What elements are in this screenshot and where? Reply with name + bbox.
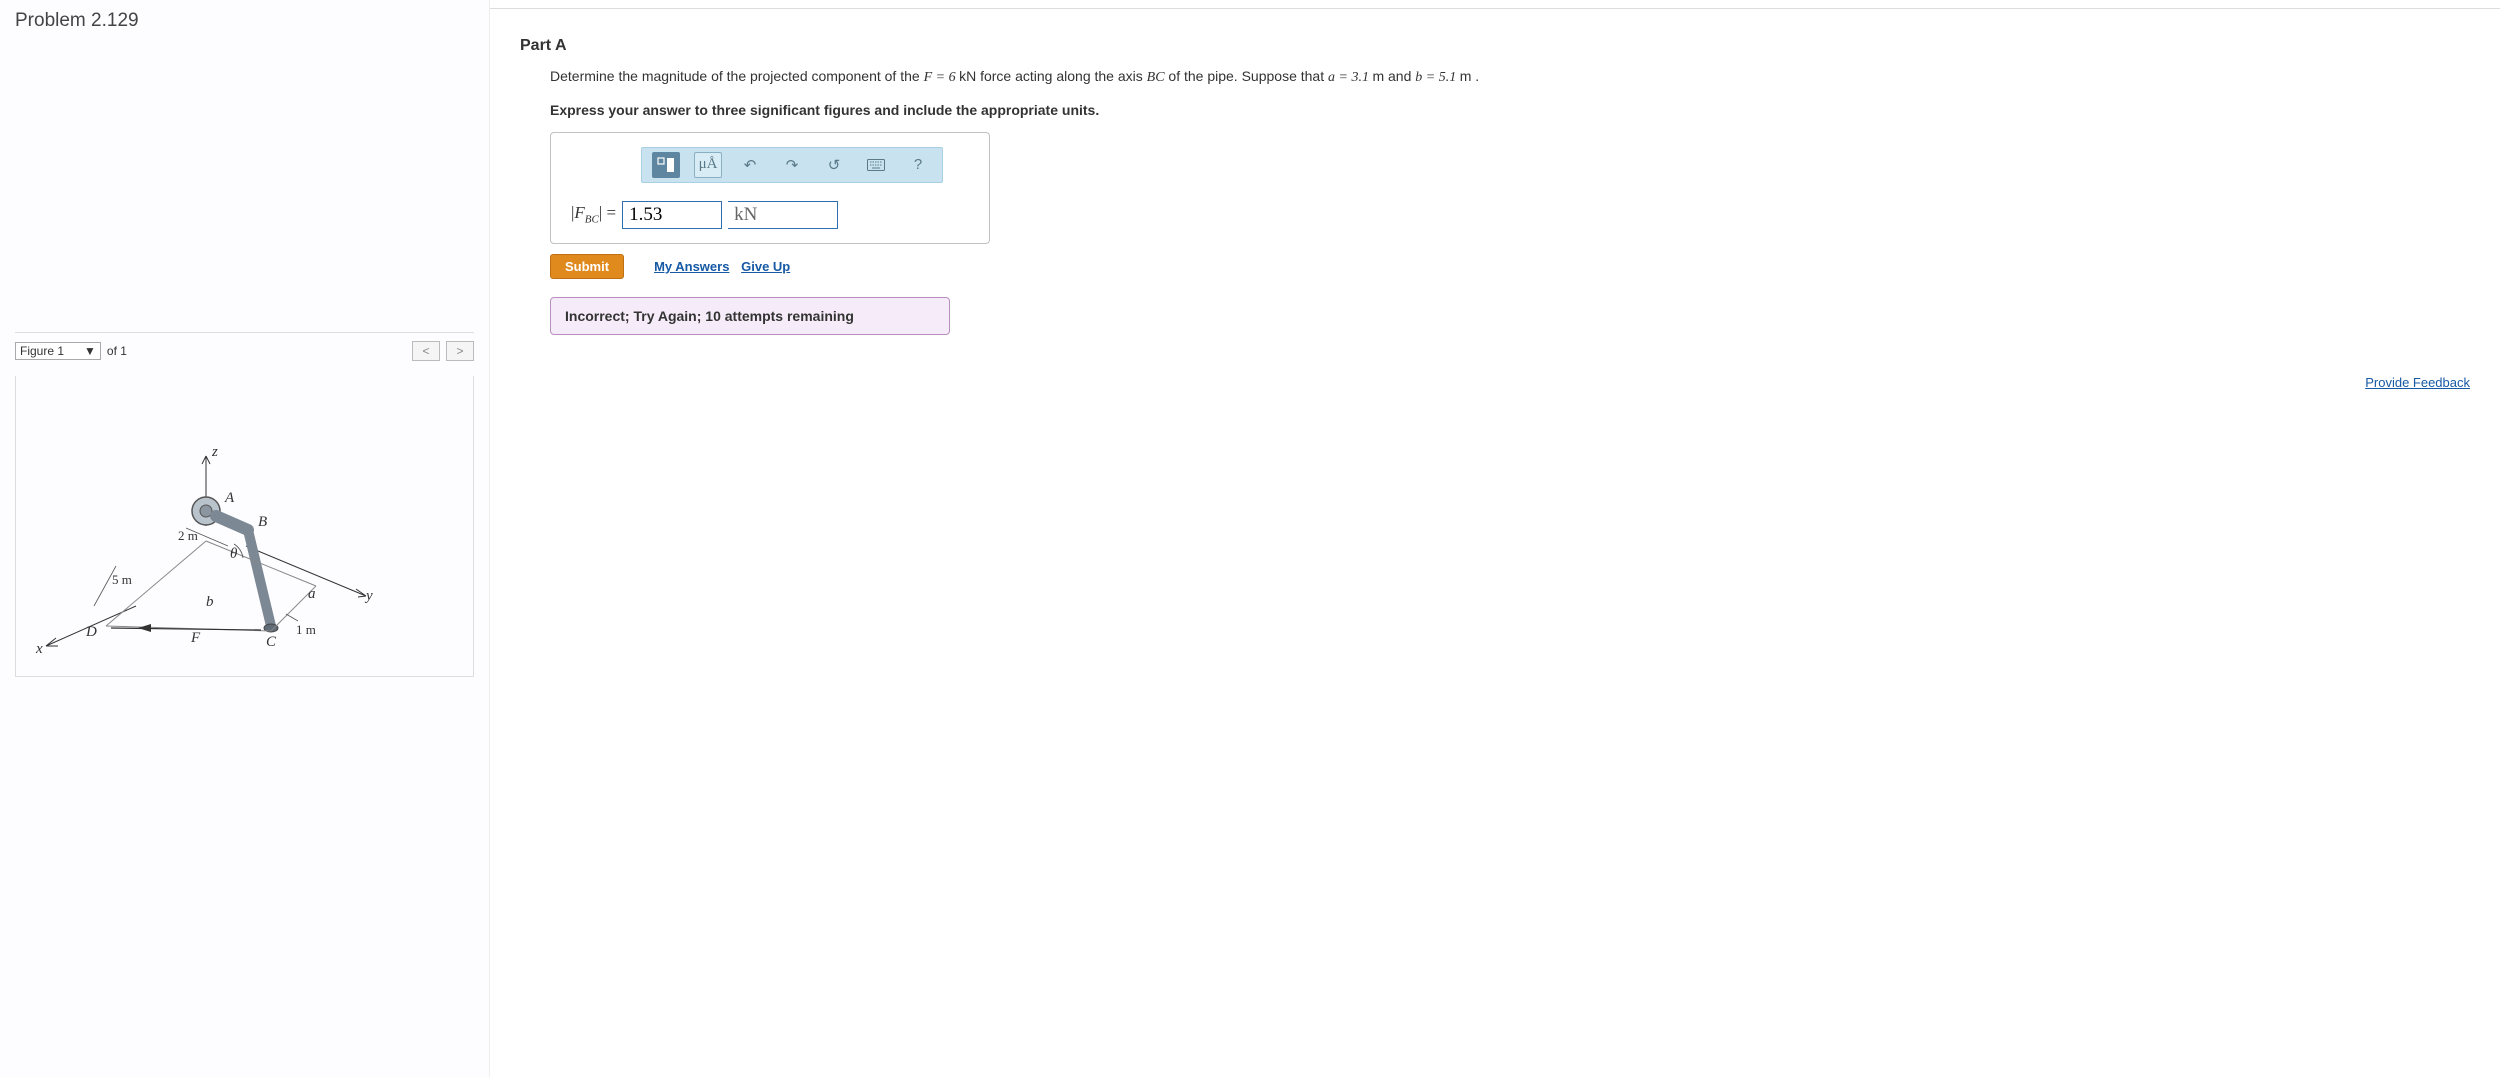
prompt-kN: kN [959,68,976,84]
point-B-label: B [258,514,267,531]
prompt-m1: m [1372,68,1384,84]
answer-line: |FBC| = [571,201,979,229]
point-C-label: C [266,634,276,651]
prompt-a: a = 3.1 [1328,70,1372,85]
instruction-text: Express your answer to three significant… [550,102,2470,118]
left-pane: Problem 2.129 Figure 1 ▼ of 1 < > [0,0,490,1077]
prompt-and: and [1388,68,1415,84]
my-answers-link[interactable]: My Answers [654,259,729,274]
right-pane: Part A Determine the magnitude of the pr… [490,8,2500,1077]
action-row: Submit My Answers Give Up [550,254,2470,279]
prompt-b: b = 5.1 [1415,70,1459,85]
answer-box: μÅ ↶ ↷ ↺ ? |FBC| = [550,132,990,244]
give-up-link[interactable]: Give Up [741,259,790,274]
prompt-mid1: force acting along the axis [980,68,1147,84]
feedback-message: Incorrect; Try Again; 10 attempts remain… [550,297,950,335]
dim-a-label: a [308,586,316,603]
chevron-down-icon: ▼ [84,344,96,358]
point-D-label: D [86,624,97,641]
point-A-label: A [225,490,234,507]
prompt-mid2: of the pipe. Suppose that [1168,68,1328,84]
answer-variable: |FBC| = [571,203,616,225]
prompt-BC: BC [1147,70,1165,85]
redo-icon[interactable]: ↷ [778,152,806,178]
dim-5m: 5 m [112,572,132,588]
figure-select[interactable]: Figure 1 ▼ [15,342,101,360]
units-button[interactable]: μÅ [694,152,722,178]
reset-icon[interactable]: ↺ [820,152,848,178]
figure-diagram: z y x A B C D F θ a b 2 m 5 m 1 m [16,416,376,676]
submit-button[interactable]: Submit [550,254,624,279]
prompt-period: . [1475,68,1479,84]
figure-select-label: Figure 1 [20,344,64,358]
angle-theta-label: θ [230,546,237,563]
problem-title: Problem 2.129 [15,10,474,32]
dim-1m: 1 m [296,622,316,638]
figure-next-button[interactable]: > [446,341,474,361]
template-icon[interactable] [652,152,680,178]
keyboard-icon[interactable] [862,152,890,178]
figure-of-label: of 1 [107,344,127,358]
dim-b-label: b [206,594,214,611]
axis-y-label: y [366,588,373,605]
axis-z-label: z [212,444,218,461]
prompt-text: Determine the magnitude of the projected… [550,67,2470,88]
answer-toolbar: μÅ ↶ ↷ ↺ ? [641,147,943,183]
prompt-pre: Determine the magnitude of the projected… [550,68,924,84]
unit-input[interactable] [728,201,838,229]
figure-prev-button[interactable]: < [412,341,440,361]
axis-x-label: x [36,641,43,658]
force-F-label: F [191,630,200,647]
provide-feedback-link[interactable]: Provide Feedback [2365,375,2470,390]
prompt-F: F = 6 [924,70,960,85]
figure-panel: z y x A B C D F θ a b 2 m 5 m 1 m [15,376,474,677]
help-icon[interactable]: ? [904,152,932,178]
figure-nav: Figure 1 ▼ of 1 < > [15,332,474,361]
value-input[interactable] [622,201,722,229]
dim-2m: 2 m [178,528,198,544]
undo-icon[interactable]: ↶ [736,152,764,178]
part-heading: Part A [520,37,2470,55]
prompt-m2: m [1460,68,1472,84]
